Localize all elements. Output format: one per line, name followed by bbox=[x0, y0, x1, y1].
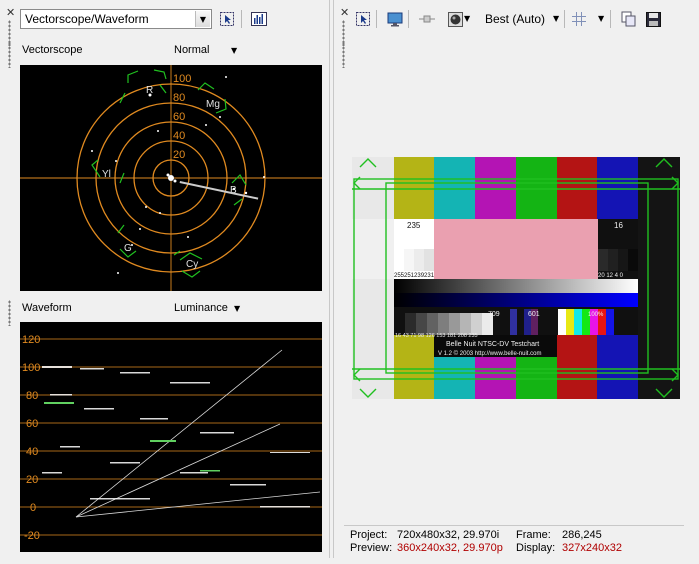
chart-100pct: 100% bbox=[588, 312, 604, 318]
overlay-icon bbox=[447, 11, 463, 27]
frame-label: Frame: bbox=[516, 529, 551, 541]
target-yellow: Yl bbox=[102, 169, 111, 180]
ring-label-20: 20 bbox=[173, 149, 185, 161]
chart-subtitle: V 1.2 © 2003 http://www.belle-nuit.com bbox=[438, 350, 541, 357]
scale-60: 60 bbox=[26, 418, 38, 430]
scale-120: 120 bbox=[22, 334, 40, 346]
target-green: G bbox=[124, 243, 132, 254]
grid-button[interactable] bbox=[570, 10, 588, 28]
cursor-select-icon bbox=[356, 12, 370, 26]
waveform-mode[interactable]: Luminance bbox=[174, 302, 228, 314]
save-snapshot-button[interactable] bbox=[644, 10, 662, 28]
chart-16: 16 bbox=[614, 221, 623, 230]
ring-label-100: 100 bbox=[173, 73, 191, 85]
vectorscope-mode[interactable]: Normal bbox=[174, 44, 209, 56]
chevron-down-icon[interactable]: ▼ bbox=[598, 14, 604, 23]
chart-title: Belle Nuit NTSC-DV Testchart bbox=[446, 341, 539, 348]
scope-settings-button[interactable] bbox=[250, 10, 268, 28]
preview-frame: 235 16 255251239231 20 12 4 0 709 601 10… bbox=[352, 157, 680, 399]
target-cyan: Cy bbox=[186, 259, 198, 270]
chart-709: 709 bbox=[488, 311, 500, 318]
preview-properties-button[interactable] bbox=[354, 10, 372, 28]
chevron-down-icon[interactable]: ▼ bbox=[234, 304, 240, 313]
grid-icon bbox=[572, 12, 586, 26]
vectorscope-display: 100 80 60 40 20 R Mg B Cy G Yl bbox=[20, 65, 322, 291]
external-monitor-button[interactable] bbox=[386, 10, 404, 28]
split-screen-button[interactable] bbox=[418, 10, 436, 28]
chevron-down-icon[interactable]: ▼ bbox=[231, 46, 237, 55]
ring-label-40: 40 bbox=[173, 130, 185, 142]
drag-handle[interactable] bbox=[8, 42, 11, 68]
save-icon bbox=[645, 11, 661, 27]
toolbar-separator bbox=[241, 10, 242, 28]
toolbar-separator bbox=[376, 10, 377, 28]
preview-value: 360x240x32, 29.970p bbox=[397, 542, 503, 554]
status-divider bbox=[344, 525, 684, 526]
close-preview-icon[interactable]: ✕ bbox=[340, 6, 349, 19]
testchart-image: 235 16 255251239231 20 12 4 0 709 601 10… bbox=[352, 157, 680, 399]
overlays-button[interactable] bbox=[446, 10, 464, 28]
chevron-down-icon[interactable]: ▼ bbox=[553, 14, 559, 23]
chart-left-values: 255251239231 bbox=[394, 273, 435, 279]
display-label: Display: bbox=[516, 542, 556, 554]
project-value: 720x480x32, 29.970i bbox=[397, 529, 500, 541]
scale-100: 100 bbox=[22, 362, 40, 374]
cursor-select-icon bbox=[220, 12, 234, 26]
chart-601: 601 bbox=[528, 311, 540, 318]
toolbar-separator bbox=[564, 10, 565, 28]
copy-snapshot-button[interactable] bbox=[620, 10, 638, 28]
chevron-down-icon: ▼ bbox=[195, 11, 210, 27]
chart-235: 235 bbox=[407, 221, 421, 230]
toolbar-separator bbox=[408, 10, 409, 28]
histogram-icon bbox=[251, 12, 267, 26]
scale-80: 80 bbox=[26, 390, 38, 402]
waveform-display: 120 100 80 60 40 20 0 -20 bbox=[20, 322, 322, 552]
ring-label-60: 60 bbox=[173, 111, 185, 123]
frame-value: 286,245 bbox=[562, 529, 602, 541]
project-label: Project: bbox=[350, 529, 388, 541]
split-screen-icon bbox=[419, 15, 435, 23]
preview-quality-dropdown[interactable]: Best (Auto) bbox=[485, 12, 545, 26]
scopes-pane: ✕ Vectorscope/Waveform ▼ Vectorscope Nor… bbox=[0, 0, 330, 558]
vectorscope-graph: 100 80 60 40 20 R Mg B Cy G Yl bbox=[20, 65, 322, 291]
toolbar-separator bbox=[610, 10, 611, 28]
drag-handle[interactable] bbox=[8, 300, 11, 326]
video-preview-pane: ✕ ▼ Best (Auto) ▼ ▼ 235 16 255251239231 … bbox=[333, 0, 699, 558]
scale-20: 20 bbox=[26, 474, 38, 486]
drag-handle[interactable] bbox=[342, 42, 345, 68]
scale-neg20: -20 bbox=[24, 530, 40, 542]
copy-snapshot-icon bbox=[621, 11, 636, 27]
waveform-graph: 120 100 80 60 40 20 0 -20 bbox=[20, 334, 322, 542]
chart-right-values: 20 12 4 0 bbox=[598, 273, 624, 279]
preview-label: Preview: bbox=[350, 542, 393, 554]
target-magenta: Mg bbox=[206, 99, 220, 110]
chevron-down-icon[interactable]: ▼ bbox=[464, 14, 470, 23]
display-value: 327x240x32 bbox=[562, 542, 622, 554]
monitor-icon bbox=[387, 12, 403, 26]
ring-label-80: 80 bbox=[173, 92, 185, 104]
scope-type-value: Vectorscope/Waveform bbox=[25, 12, 149, 26]
update-scopes-button[interactable] bbox=[218, 10, 236, 28]
chart-step-values: 16 43 71 98 126 153 181 208 235 bbox=[395, 333, 478, 339]
scale-40: 40 bbox=[26, 446, 38, 458]
vectorscope-label: Vectorscope bbox=[22, 44, 83, 56]
close-scopes-icon[interactable]: ✕ bbox=[6, 6, 15, 19]
waveform-label: Waveform bbox=[22, 302, 72, 314]
scale-0: 0 bbox=[30, 502, 36, 514]
scope-type-dropdown[interactable]: Vectorscope/Waveform ▼ bbox=[20, 9, 212, 29]
